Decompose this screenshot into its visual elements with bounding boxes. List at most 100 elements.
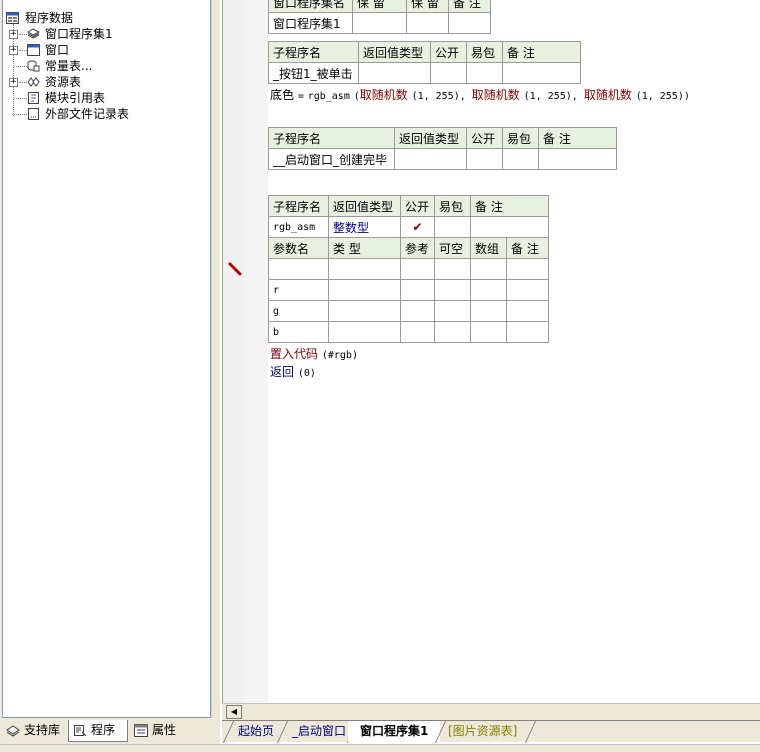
tree-item-module-ref[interactable]: 模块引用表 <box>5 90 205 106</box>
subroutine-name-cell[interactable]: __启动窗口_创建完毕 <box>268 148 395 170</box>
table-cell[interactable] <box>406 12 449 34</box>
col-header: 保 留 <box>352 0 407 13</box>
col-header: 子程序名 <box>268 127 395 149</box>
table-cell[interactable] <box>352 12 407 34</box>
code-editor[interactable]: 窗口程序集名 保 留 保 留 备 注 窗口程序集1 子程序名 返回值类型 公开 … <box>222 0 760 720</box>
code-args: (0) <box>297 368 316 379</box>
table-cell[interactable] <box>394 148 467 170</box>
table-cell[interactable] <box>506 321 549 343</box>
code-operator: = <box>297 91 304 102</box>
scroll-left-icon[interactable]: ◀ <box>226 705 242 719</box>
table-cell[interactable] <box>400 321 435 343</box>
param-name-cell[interactable]: r <box>268 279 329 301</box>
subroutine-name-cell[interactable]: rgb_asm <box>268 216 329 238</box>
col-header: 窗口程序集名 <box>268 0 353 13</box>
document-tabs: 起始页 _启动窗口 窗口程序集1 [图片资源表] <box>222 720 760 743</box>
table-cell[interactable] <box>502 148 539 170</box>
col-header: 返回值类型 <box>394 127 467 149</box>
tree-line <box>19 34 27 35</box>
table-cell[interactable] <box>434 279 471 301</box>
code-args: (#rgb) <box>321 350 358 361</box>
assembly-name-cell[interactable]: 窗口程序集1 <box>268 12 353 34</box>
tab-image-resources[interactable]: [图片资源表] <box>436 721 532 742</box>
col-header: 备 注 <box>506 237 549 259</box>
tree-line <box>19 82 27 83</box>
status-bar <box>0 744 760 752</box>
tab-startup-window[interactable]: _启动窗口 <box>280 721 352 742</box>
code-builtin: 取随机数 <box>583 88 632 102</box>
tree-item-label: 常量表... <box>45 59 93 73</box>
subroutine-name-cell[interactable]: _按钮1_被单击 <box>268 62 359 84</box>
table-cell[interactable] <box>434 216 471 238</box>
assembly-table: 窗口程序集名 保 留 保 留 备 注 窗口程序集1 <box>268 0 491 34</box>
table-cell[interactable] <box>448 12 491 34</box>
expand-icon[interactable]: + <box>9 78 18 87</box>
table-cell[interactable] <box>470 300 507 322</box>
table-cell[interactable] <box>506 300 549 322</box>
project-tree[interactable]: 程序数据 + 窗口程序集1 + 窗口 常量表... + 资源表 模块引用表 外部… <box>2 0 211 718</box>
table-cell[interactable] <box>470 258 507 280</box>
table-cell[interactable] <box>400 258 435 280</box>
tree-item-program-set[interactable]: + 窗口程序集1 <box>5 26 205 42</box>
tree-root[interactable]: 程序数据 <box>5 10 205 26</box>
col-header: 备 注 <box>470 195 549 217</box>
tree-item-constants[interactable]: 常量表... <box>5 58 205 74</box>
code-line[interactable]: 返回 (0) <box>270 363 316 380</box>
tab-label: 起始页 <box>238 724 275 738</box>
code-args: (1, 255) <box>411 91 460 102</box>
code-line[interactable]: 置入代码 (#rgb) <box>270 345 358 362</box>
table-cell[interactable] <box>358 62 431 84</box>
code-separator: , <box>459 91 472 102</box>
table-cell[interactable] <box>328 279 401 301</box>
table-cell[interactable] <box>328 321 401 343</box>
tree-item-window[interactable]: + 窗口 <box>5 42 205 58</box>
col-header: 参数名 <box>268 237 329 259</box>
code-function: rgb_asm <box>307 91 350 102</box>
table-cell[interactable] <box>434 321 471 343</box>
table-cell[interactable] <box>466 62 503 84</box>
expand-icon[interactable]: + <box>9 46 18 55</box>
table-cell[interactable] <box>506 258 549 280</box>
tree-item-label: 窗口程序集1 <box>45 27 113 41</box>
tree-line <box>14 114 27 115</box>
return-type-cell[interactable]: 整数型 <box>328 216 401 238</box>
param-name-cell[interactable]: g <box>268 300 329 322</box>
table-cell[interactable] <box>400 300 435 322</box>
tab-start-page[interactable]: 起始页 <box>226 721 284 742</box>
tree-line <box>14 66 27 67</box>
table-cell[interactable] <box>502 62 581 84</box>
tree-root-label: 程序数据 <box>25 11 74 25</box>
table-cell[interactable] <box>434 300 471 322</box>
public-checkmark[interactable]: ✔ <box>400 216 435 238</box>
editor-margin <box>244 0 268 703</box>
horizontal-scrollbar[interactable]: ◀ <box>222 703 760 720</box>
table-cell[interactable] <box>470 216 549 238</box>
table-cell[interactable] <box>466 148 503 170</box>
code-line[interactable]: 底色 = rgb_asm (取随机数 (1, 255), 取随机数 (1, 25… <box>270 86 690 103</box>
cursor-marker-icon <box>228 262 242 276</box>
col-header: 备 注 <box>448 0 491 13</box>
code-keyword: 置入代码 <box>270 347 319 361</box>
resource-table-icon <box>27 77 40 87</box>
tab-window-assembly-1[interactable]: 窗口程序集1 <box>348 721 440 742</box>
table-cell[interactable] <box>430 62 467 84</box>
code-builtin: 取随机数 <box>471 88 520 102</box>
table-cell[interactable] <box>400 279 435 301</box>
tree-item-resources[interactable]: + 资源表 <box>5 74 205 90</box>
col-header: 子程序名 <box>268 41 359 63</box>
table-cell[interactable] <box>470 321 507 343</box>
code-builtin: 取随机数 <box>359 88 408 102</box>
param-name-cell[interactable] <box>268 258 329 280</box>
table-cell[interactable] <box>470 279 507 301</box>
table-cell[interactable] <box>538 148 617 170</box>
tree-scrollbar[interactable] <box>211 0 220 718</box>
param-name-cell[interactable]: b <box>268 321 329 343</box>
tree-item-label: 窗口 <box>45 43 70 57</box>
expand-icon[interactable]: + <box>9 30 18 39</box>
table-cell[interactable] <box>328 300 401 322</box>
table-cell[interactable] <box>434 258 471 280</box>
col-header: 易包 <box>466 41 503 63</box>
table-cell[interactable] <box>506 279 549 301</box>
tree-item-external-files[interactable]: 外部文件记录表 <box>5 106 205 122</box>
table-cell[interactable] <box>328 258 401 280</box>
